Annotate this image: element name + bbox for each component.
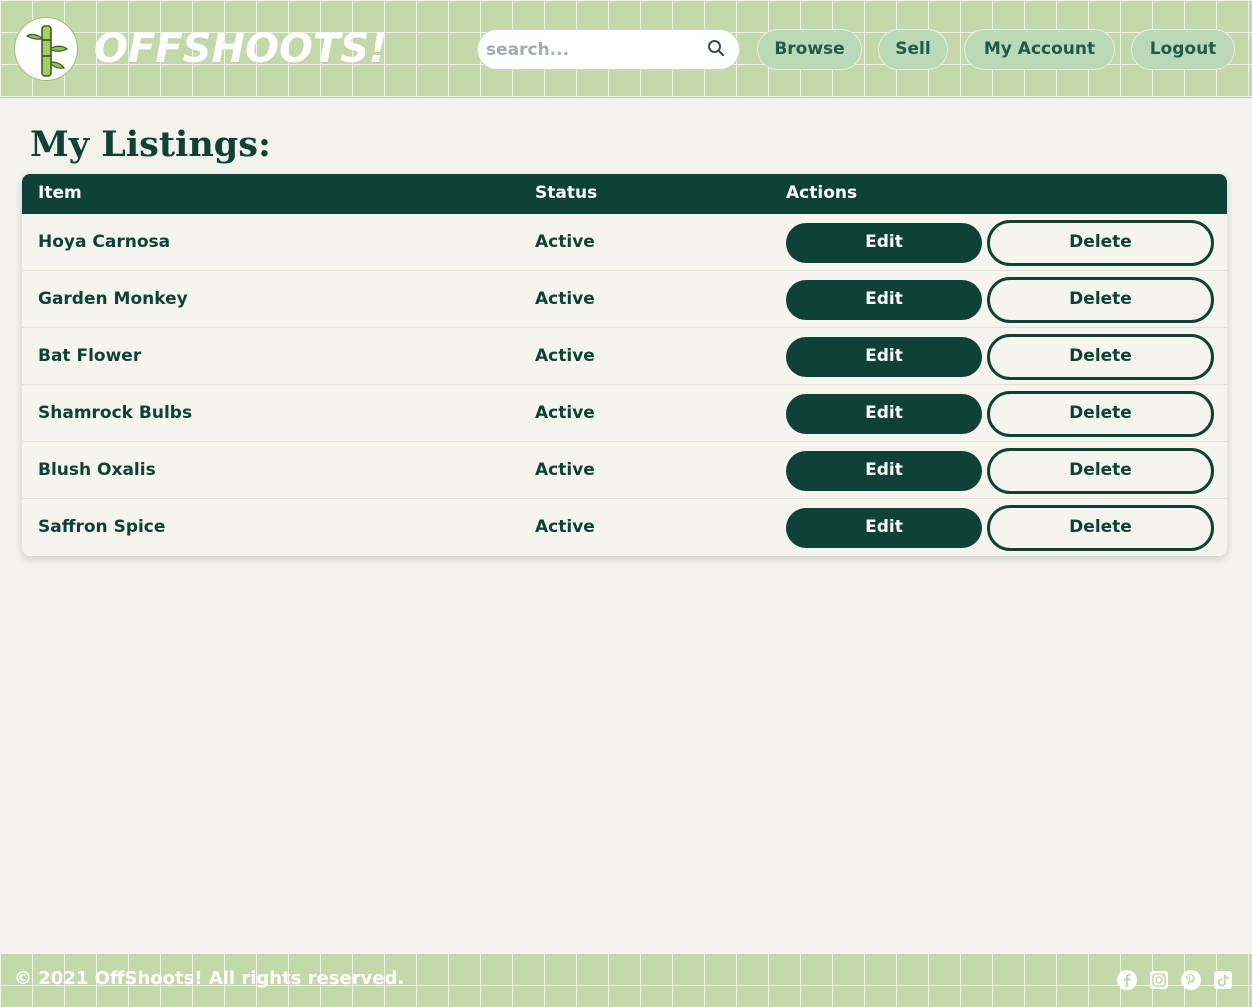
edit-button[interactable]: Edit [786, 280, 982, 320]
listings-table: Item Status Actions Hoya Carnosa Active … [22, 174, 1227, 556]
edit-button[interactable]: Edit [786, 508, 982, 548]
item-name: Garden Monkey [38, 289, 188, 309]
item-status: Active [535, 460, 595, 480]
page-title: My Listings: [30, 124, 271, 165]
logo[interactable] [14, 17, 78, 81]
browse-button[interactable]: Browse [757, 29, 862, 70]
edit-button[interactable]: Edit [786, 451, 982, 491]
delete-button[interactable]: Delete [987, 277, 1214, 323]
column-header-status: Status [535, 183, 598, 203]
logout-button[interactable]: Logout [1131, 29, 1235, 70]
table-row: Garden Monkey Active Edit Delete [22, 271, 1227, 328]
my-account-button[interactable]: My Account [964, 29, 1115, 70]
delete-button[interactable]: Delete [987, 448, 1214, 494]
table-row: Bat Flower Active Edit Delete [22, 328, 1227, 385]
search-icon[interactable] [706, 38, 726, 58]
search-bar[interactable] [477, 29, 740, 70]
delete-button[interactable]: Delete [987, 220, 1214, 266]
item-status: Active [535, 403, 595, 423]
site-header: OFFSHOOTS! Browse Sell My Account Logout [0, 0, 1252, 98]
copyright-text: © 2021 OffShoots! All rights reserved. [14, 968, 405, 989]
item-status: Active [535, 232, 595, 252]
edit-button[interactable]: Edit [786, 394, 982, 434]
sell-button[interactable]: Sell [878, 29, 948, 70]
search-input[interactable] [486, 35, 696, 64]
table-header: Item Status Actions [22, 174, 1227, 214]
item-name: Hoya Carnosa [38, 232, 171, 252]
item-status: Active [535, 289, 595, 309]
delete-button[interactable]: Delete [987, 334, 1214, 380]
delete-button[interactable]: Delete [987, 391, 1214, 437]
table-row: Shamrock Bulbs Active Edit Delete [22, 385, 1227, 442]
bamboo-icon [25, 25, 69, 77]
pinterest-icon[interactable] [1180, 969, 1202, 991]
column-header-actions: Actions [786, 183, 858, 203]
facebook-icon[interactable] [1116, 969, 1138, 991]
item-status: Active [535, 346, 595, 366]
table-row: Saffron Spice Active Edit Delete [22, 499, 1227, 556]
tiktok-icon[interactable] [1212, 969, 1234, 991]
site-footer: © 2021 OffShoots! All rights reserved. [0, 953, 1252, 1007]
item-name: Shamrock Bulbs [38, 403, 193, 423]
delete-button[interactable]: Delete [987, 505, 1214, 551]
instagram-icon[interactable] [1148, 969, 1170, 991]
table-row: Blush Oxalis Active Edit Delete [22, 442, 1227, 499]
edit-button[interactable]: Edit [786, 337, 982, 377]
item-name: Saffron Spice [38, 517, 166, 537]
item-name: Blush Oxalis [38, 460, 156, 480]
edit-button[interactable]: Edit [786, 223, 982, 263]
item-status: Active [535, 517, 595, 537]
brand-name[interactable]: OFFSHOOTS! [94, 24, 387, 74]
item-name: Bat Flower [38, 346, 142, 366]
table-row: Hoya Carnosa Active Edit Delete [22, 214, 1227, 271]
column-header-item: Item [38, 183, 82, 203]
